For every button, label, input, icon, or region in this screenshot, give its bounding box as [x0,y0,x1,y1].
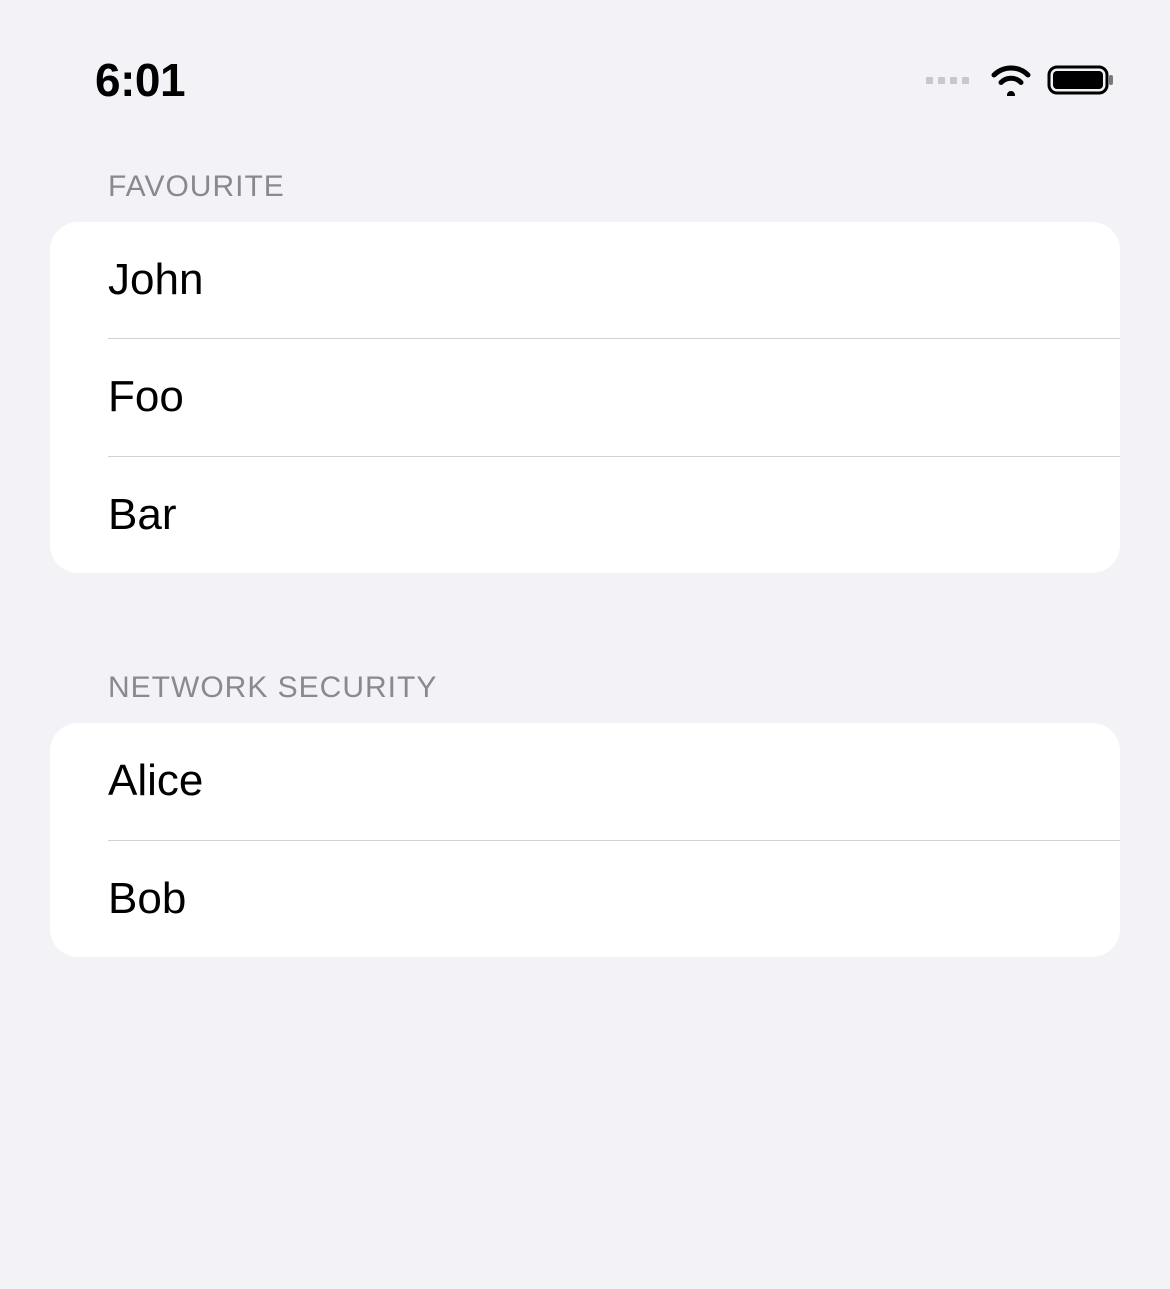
group-network-security: Alice Bob [50,723,1120,957]
wifi-icon [989,64,1033,96]
list-item[interactable]: Bob [50,841,1120,957]
status-bar: 6:01 [0,0,1170,120]
section-header-favourite: FAVOURITE [50,170,1120,222]
list-item[interactable]: Bar [50,457,1120,573]
list-item[interactable]: Alice [50,723,1120,839]
list-item[interactable]: Foo [50,339,1120,455]
main-content: FAVOURITE John Foo Bar NETWORK SECURITY … [0,120,1170,957]
group-favourite: John Foo Bar [50,222,1120,573]
section-header-network-security: NETWORK SECURITY [50,671,1120,723]
battery-icon [1047,64,1115,96]
cellular-dots-icon [926,77,969,84]
status-indicators [926,64,1115,96]
list-item[interactable]: John [50,222,1120,338]
status-time: 6:01 [95,53,185,107]
